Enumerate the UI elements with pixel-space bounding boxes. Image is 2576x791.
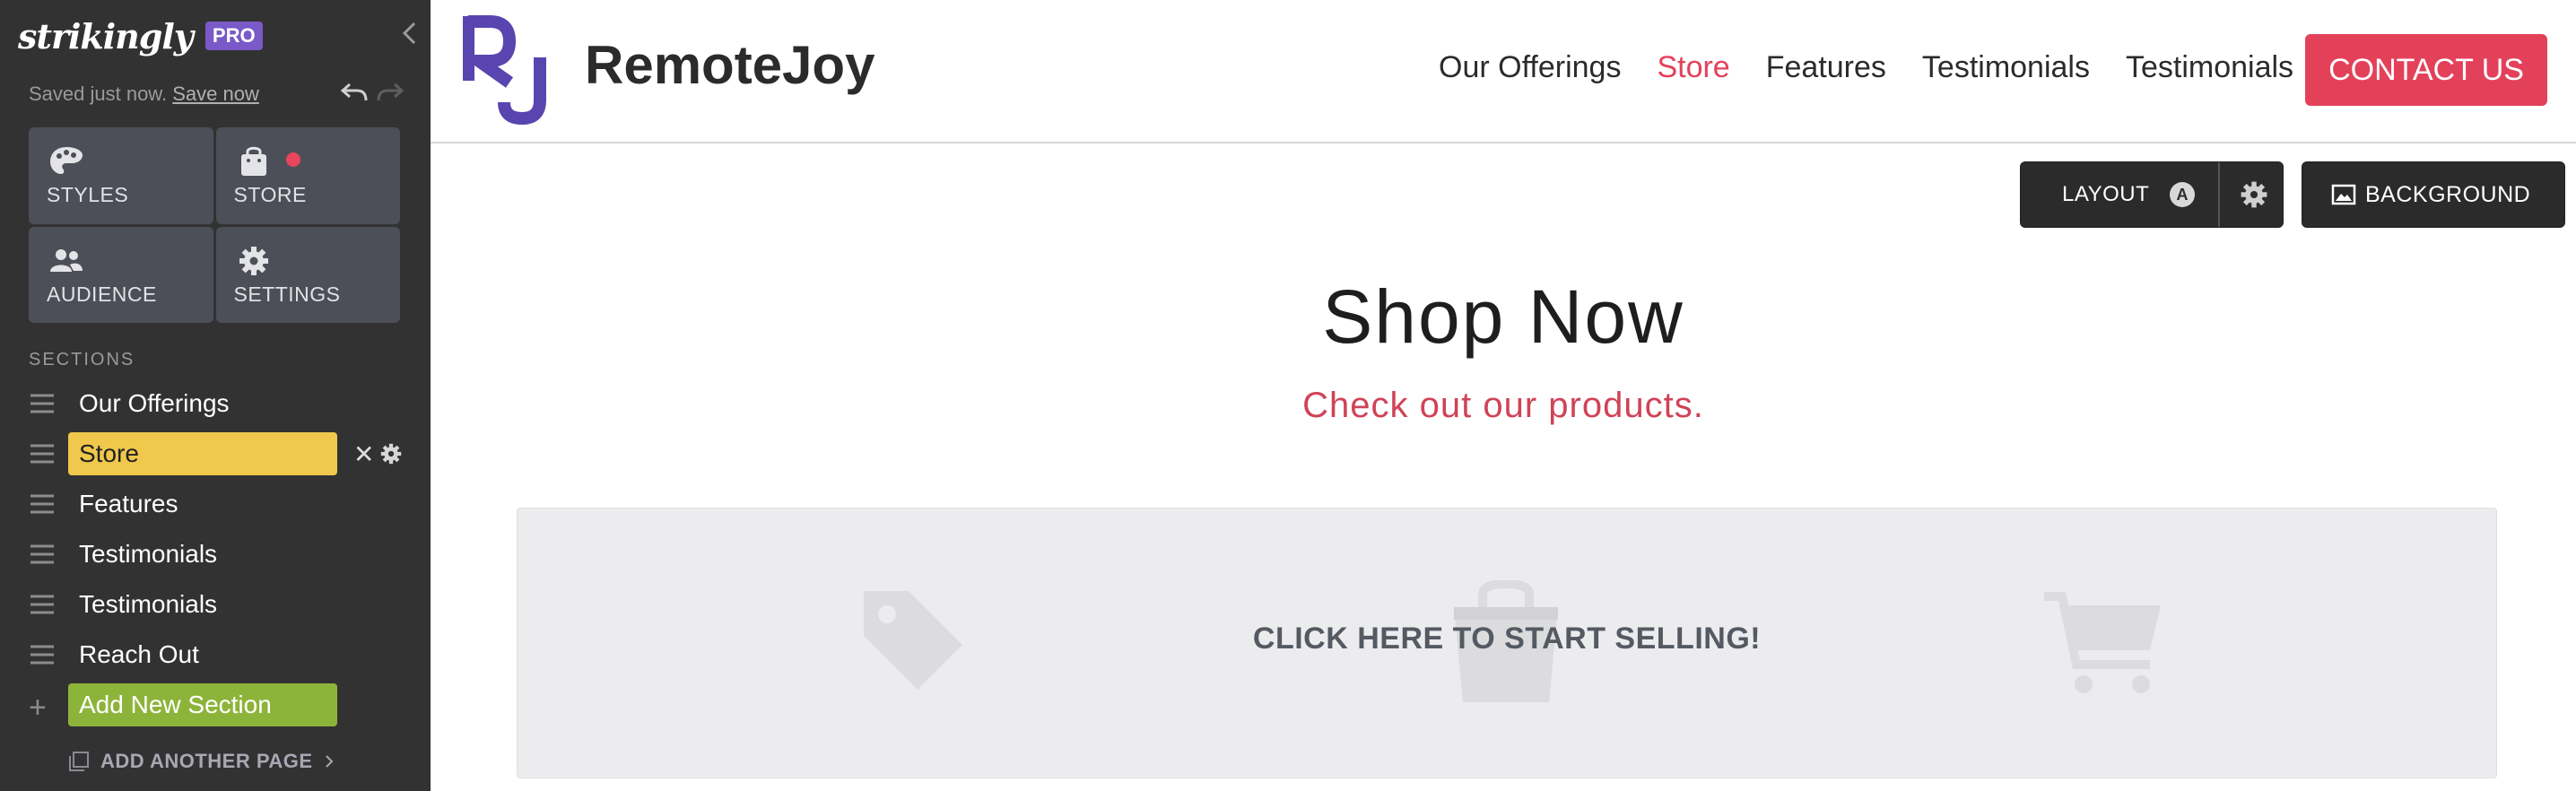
sections-heading: SECTIONS <box>29 350 135 369</box>
section-settings-gear-icon[interactable] <box>379 441 404 466</box>
section-title[interactable]: Shop Now <box>431 274 2576 361</box>
brand: strikingly PRO <box>18 9 263 63</box>
start-selling-cta[interactable]: CLICK HERE TO START SELLING! <box>518 622 2496 656</box>
drag-handle-icon[interactable] <box>29 393 56 414</box>
site-nav: Our Offerings Store Features Testimonial… <box>1439 50 2293 85</box>
styles-button[interactable]: STYLES <box>29 127 213 224</box>
strikingly-logo: strikingly <box>18 15 194 56</box>
section-item-store[interactable]: Store ✕ <box>0 430 431 477</box>
drag-handle-icon[interactable] <box>29 443 56 465</box>
chevron-right-icon <box>325 755 333 768</box>
gear-icon <box>239 246 268 275</box>
section-item-testimonials-2[interactable]: Testimonials <box>0 581 431 628</box>
section-label[interactable]: Reach Out <box>68 631 337 678</box>
layout-variant-badge: A <box>2170 182 2195 207</box>
plus-icon: + <box>29 691 47 725</box>
background-label: BACKGROUND <box>2365 182 2531 207</box>
site-header: RemoteJoy Our Offerings Store Features T… <box>431 0 2576 143</box>
site-name[interactable]: RemoteJoy <box>585 34 875 96</box>
people-icon <box>50 248 83 272</box>
section-item-our-offerings[interactable]: Our Offerings <box>0 380 431 427</box>
drag-handle-icon[interactable] <box>29 644 56 665</box>
drag-handle-icon[interactable] <box>29 493 56 515</box>
saved-text: Saved just now. <box>29 83 168 105</box>
save-now-link[interactable]: Save now <box>172 83 259 105</box>
tool-label-styles: STYLES <box>47 183 129 206</box>
section-subtitle[interactable]: Check out our products. <box>431 386 2576 426</box>
add-section-row[interactable]: + Add New Section <box>0 682 431 728</box>
nav-store[interactable]: Store <box>1657 50 1729 85</box>
divider <box>2218 162 2220 227</box>
contact-us-button[interactable]: CONTACT US <box>2305 34 2547 106</box>
delete-section-icon[interactable]: ✕ <box>353 439 374 469</box>
layout-label: LAYOUT <box>2062 182 2150 206</box>
add-page-label: ADD ANOTHER PAGE <box>100 750 313 772</box>
palette-icon <box>50 147 83 174</box>
nav-testimonials-2[interactable]: Testimonials <box>2126 50 2293 85</box>
redo-icon[interactable] <box>375 79 405 106</box>
audience-button[interactable]: AUDIENCE <box>29 226 213 323</box>
add-new-section-button[interactable]: Add New Section <box>68 683 337 726</box>
shopping-bag-icon <box>240 146 266 176</box>
section-item-testimonials[interactable]: Testimonials <box>0 531 431 578</box>
section-settings-gear-icon[interactable] <box>2238 178 2270 211</box>
nav-our-offerings[interactable]: Our Offerings <box>1439 50 1621 85</box>
section-label[interactable]: Our Offerings <box>68 380 337 427</box>
section-label[interactable]: Features <box>68 481 337 527</box>
rj-logo[interactable] <box>463 13 553 126</box>
section-label[interactable]: Testimonials <box>68 581 337 628</box>
undo-icon[interactable] <box>339 79 370 106</box>
section-item-reach-out[interactable]: Reach Out <box>0 631 431 678</box>
background-button[interactable]: BACKGROUND <box>2302 161 2565 228</box>
nav-testimonials[interactable]: Testimonials <box>1922 50 2090 85</box>
tools-grid: STYLES STORE AUDIENCE SETTINGS <box>29 127 400 323</box>
start-selling-panel[interactable]: CLICK HERE TO START SELLING! <box>517 508 2497 778</box>
layout-button[interactable]: LAYOUT A <box>2020 161 2284 228</box>
drag-handle-icon[interactable] <box>29 543 56 565</box>
drag-handle-icon[interactable] <box>29 594 56 615</box>
nav-features[interactable]: Features <box>1766 50 1886 85</box>
store-button[interactable]: STORE <box>215 127 400 224</box>
section-label[interactable]: Testimonials <box>68 531 337 578</box>
section-label[interactable]: Store <box>68 432 337 475</box>
add-another-page-link[interactable]: ADD ANOTHER PAGE <box>68 750 335 773</box>
collapse-sidebar-icon[interactable] <box>398 20 422 47</box>
section-item-features[interactable]: Features <box>0 481 431 527</box>
store-notification-dot <box>285 152 300 167</box>
settings-button[interactable]: SETTINGS <box>215 226 400 323</box>
tool-label-store: STORE <box>233 183 307 206</box>
save-status: Saved just now. Save now <box>29 83 259 106</box>
editor-sidebar: strikingly PRO Saved just now. Save now … <box>0 0 431 791</box>
pages-icon <box>69 752 89 771</box>
image-icon <box>2331 184 2356 205</box>
tool-label-audience: AUDIENCE <box>47 282 157 306</box>
pro-badge: PRO <box>205 22 263 50</box>
tool-label-settings: SETTINGS <box>233 282 341 306</box>
